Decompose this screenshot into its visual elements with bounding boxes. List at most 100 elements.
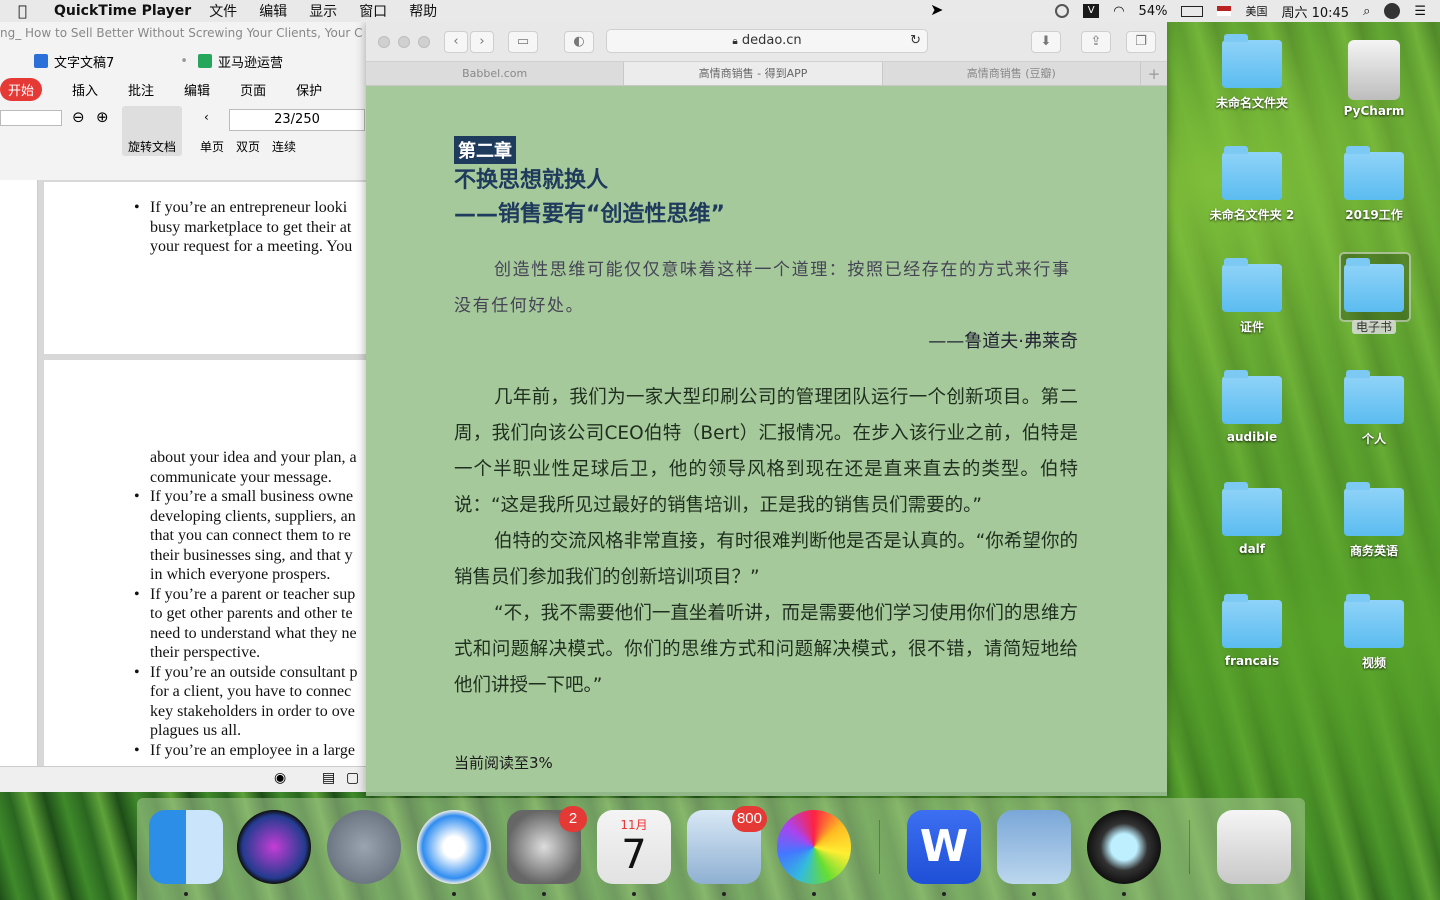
battery-percent[interactable]: 54%: [1139, 4, 1168, 19]
calendar-icon[interactable]: 11月 7: [597, 810, 671, 884]
privacy-shield-icon[interactable]: ◐: [564, 31, 594, 53]
document-line: developing clients, suppliers, an: [150, 507, 356, 525]
menu-file[interactable]: 文件: [209, 1, 237, 21]
menu-help[interactable]: 帮助: [409, 1, 437, 21]
wps-icon[interactable]: W: [907, 810, 981, 884]
back-button[interactable]: ‹: [444, 31, 468, 53]
launchpad-icon[interactable]: [327, 810, 401, 884]
wps-tab-amazon[interactable]: 亚马逊运营: [197, 52, 283, 71]
layout-icon[interactable]: ▤: [322, 770, 335, 786]
desktop-icon[interactable]: 商务英语: [1324, 482, 1424, 559]
view-continuous-button[interactable]: 连续: [272, 138, 296, 155]
desktop-icon[interactable]: 未命名文件夹: [1202, 34, 1302, 111]
clock[interactable]: 周六 10:45: [1281, 2, 1349, 21]
document-line: to get other parents and other te: [150, 605, 353, 622]
notification-center-icon[interactable]: ☰: [1414, 4, 1426, 19]
safari-icon[interactable]: [417, 810, 491, 884]
system-preferences-icon[interactable]: 2: [507, 806, 587, 884]
ribbon-tab-start[interactable]: 开始: [0, 77, 43, 101]
safari-tab-babbel[interactable]: Babbel.com: [366, 62, 625, 85]
sidebar-toggle-icon[interactable]: ▭: [508, 31, 538, 53]
user-avatar-icon[interactable]: [1384, 3, 1401, 19]
eye-icon[interactable]: ◉: [274, 770, 286, 786]
menu-bar:  QuickTime Player 文件 编辑 显示 窗口 帮助 V ◠ 54…: [0, 0, 1440, 22]
ribbon-tab-insert[interactable]: 插入: [72, 80, 98, 99]
desktop-icon[interactable]: dalf: [1202, 482, 1302, 556]
menu-window[interactable]: 窗口: [359, 1, 387, 21]
app-menu[interactable]: QuickTime Player: [54, 3, 191, 19]
folder-icon: [1222, 34, 1282, 88]
quicktime-icon[interactable]: [1087, 810, 1161, 884]
photos-icon[interactable]: [777, 810, 851, 884]
siri-icon[interactable]: [237, 810, 311, 884]
address-bar[interactable]: 🔒︎ dedao.cn ↻: [606, 29, 928, 53]
lock-icon: 🔒︎: [732, 36, 738, 47]
close-window-button[interactable]: [378, 36, 390, 48]
prev-page-icon[interactable]: ‹: [204, 110, 209, 124]
desktop-icon[interactable]: PyCharm: [1324, 40, 1424, 118]
ribbon-tab-edit[interactable]: 编辑: [184, 80, 210, 99]
document-page[interactable]: If you’re an entrepreneur lookibusy mark…: [44, 182, 366, 354]
document-page[interactable]: about your idea and your plan, a communic…: [44, 360, 366, 770]
safari-tab-dedao[interactable]: 高情商销售 - 得到APP: [624, 62, 883, 85]
desktop-icon[interactable]: 视频: [1324, 594, 1424, 671]
new-tab-button[interactable]: +: [1141, 62, 1167, 85]
desktop-icon[interactable]: 个人: [1324, 370, 1424, 447]
battery-icon[interactable]: [1181, 5, 1204, 17]
ribbon-tab-comment[interactable]: 批注: [128, 80, 154, 99]
mail-icon[interactable]: 800: [687, 806, 767, 884]
spotlight-icon[interactable]: ⌕: [1363, 4, 1370, 19]
desktop-icon[interactable]: audible: [1202, 370, 1302, 444]
reload-icon[interactable]: ↻: [910, 30, 921, 52]
trash-icon[interactable]: [1217, 810, 1291, 884]
close-icon[interactable]: •: [180, 54, 188, 69]
document-line: that you can connect them to re: [150, 527, 351, 544]
zoom-out-icon[interactable]: ⊖: [72, 108, 85, 126]
chapter-title-line1: 不换思想就换人: [454, 168, 609, 193]
view-single-button[interactable]: 单页: [200, 138, 224, 155]
vpn-icon[interactable]: V: [1083, 4, 1100, 18]
desktop-icon-label: 证件: [1239, 320, 1264, 334]
forward-button[interactable]: ›: [470, 31, 494, 53]
desktop-icon[interactable]: 2019工作: [1324, 146, 1424, 223]
zoom-in-icon[interactable]: ⊕: [96, 108, 109, 126]
desktop-icon[interactable]: 证件: [1202, 258, 1302, 335]
running-indicator: [184, 892, 188, 896]
ribbon-tab-page[interactable]: 页面: [240, 80, 266, 99]
wifi-icon[interactable]: ◠: [1113, 4, 1124, 19]
flag-icon[interactable]: [1217, 6, 1232, 16]
input-method[interactable]: 美国: [1245, 3, 1267, 19]
share-icon[interactable]: ⇪: [1081, 31, 1111, 53]
menu-view[interactable]: 显示: [309, 1, 337, 21]
safari-titlebar: ‹ › ▭ ◐ 🔒︎ dedao.cn ↻ ⬇ ⇪ ❐: [366, 22, 1167, 62]
wps-tab-doc7[interactable]: 文字文稿7 •: [34, 52, 188, 71]
page-scroll-track[interactable]: [366, 792, 1167, 796]
desktop-icon[interactable]: 未命名文件夹 2: [1202, 146, 1302, 223]
view-double-button[interactable]: 双页: [236, 138, 260, 155]
tab-overview-icon[interactable]: ❐: [1126, 31, 1156, 53]
downloads-icon[interactable]: ⬇: [1031, 31, 1061, 53]
ribbon-tab-protect[interactable]: 保护: [296, 80, 322, 99]
apple-menu-icon[interactable]: : [18, 2, 44, 20]
safari-tab-douban[interactable]: 高情商销售 (豆瓣): [883, 62, 1141, 85]
running-indicator: [632, 892, 636, 896]
record-status-icon[interactable]: [1055, 4, 1070, 18]
desktop-icon-label: 2019工作: [1345, 208, 1403, 222]
view-options: 单页 双页 连续: [200, 138, 296, 155]
page-view-icon[interactable]: ▢: [346, 770, 359, 786]
zoom-window-button[interactable]: [418, 36, 430, 48]
finder-icon[interactable]: [149, 810, 223, 884]
chapter-tag: 第二章: [454, 136, 516, 164]
desktop-icon[interactable]: 电子书: [1324, 258, 1424, 335]
minimize-window-button[interactable]: [398, 36, 410, 48]
zoom-dropdown[interactable]: [0, 110, 62, 126]
rotate-document-button[interactable]: 旋转文档: [122, 106, 182, 156]
folder-icon: [1222, 258, 1282, 312]
page-number-input[interactable]: 23/250: [229, 109, 365, 131]
dock-separator: [1189, 820, 1190, 874]
wps-navigation-sidebar[interactable]: [0, 180, 38, 780]
desktop-icon-label: 未命名文件夹: [1215, 96, 1288, 110]
menu-edit[interactable]: 编辑: [259, 1, 287, 21]
preview-icon[interactable]: [997, 810, 1071, 884]
desktop-icon[interactable]: francais: [1202, 594, 1302, 668]
